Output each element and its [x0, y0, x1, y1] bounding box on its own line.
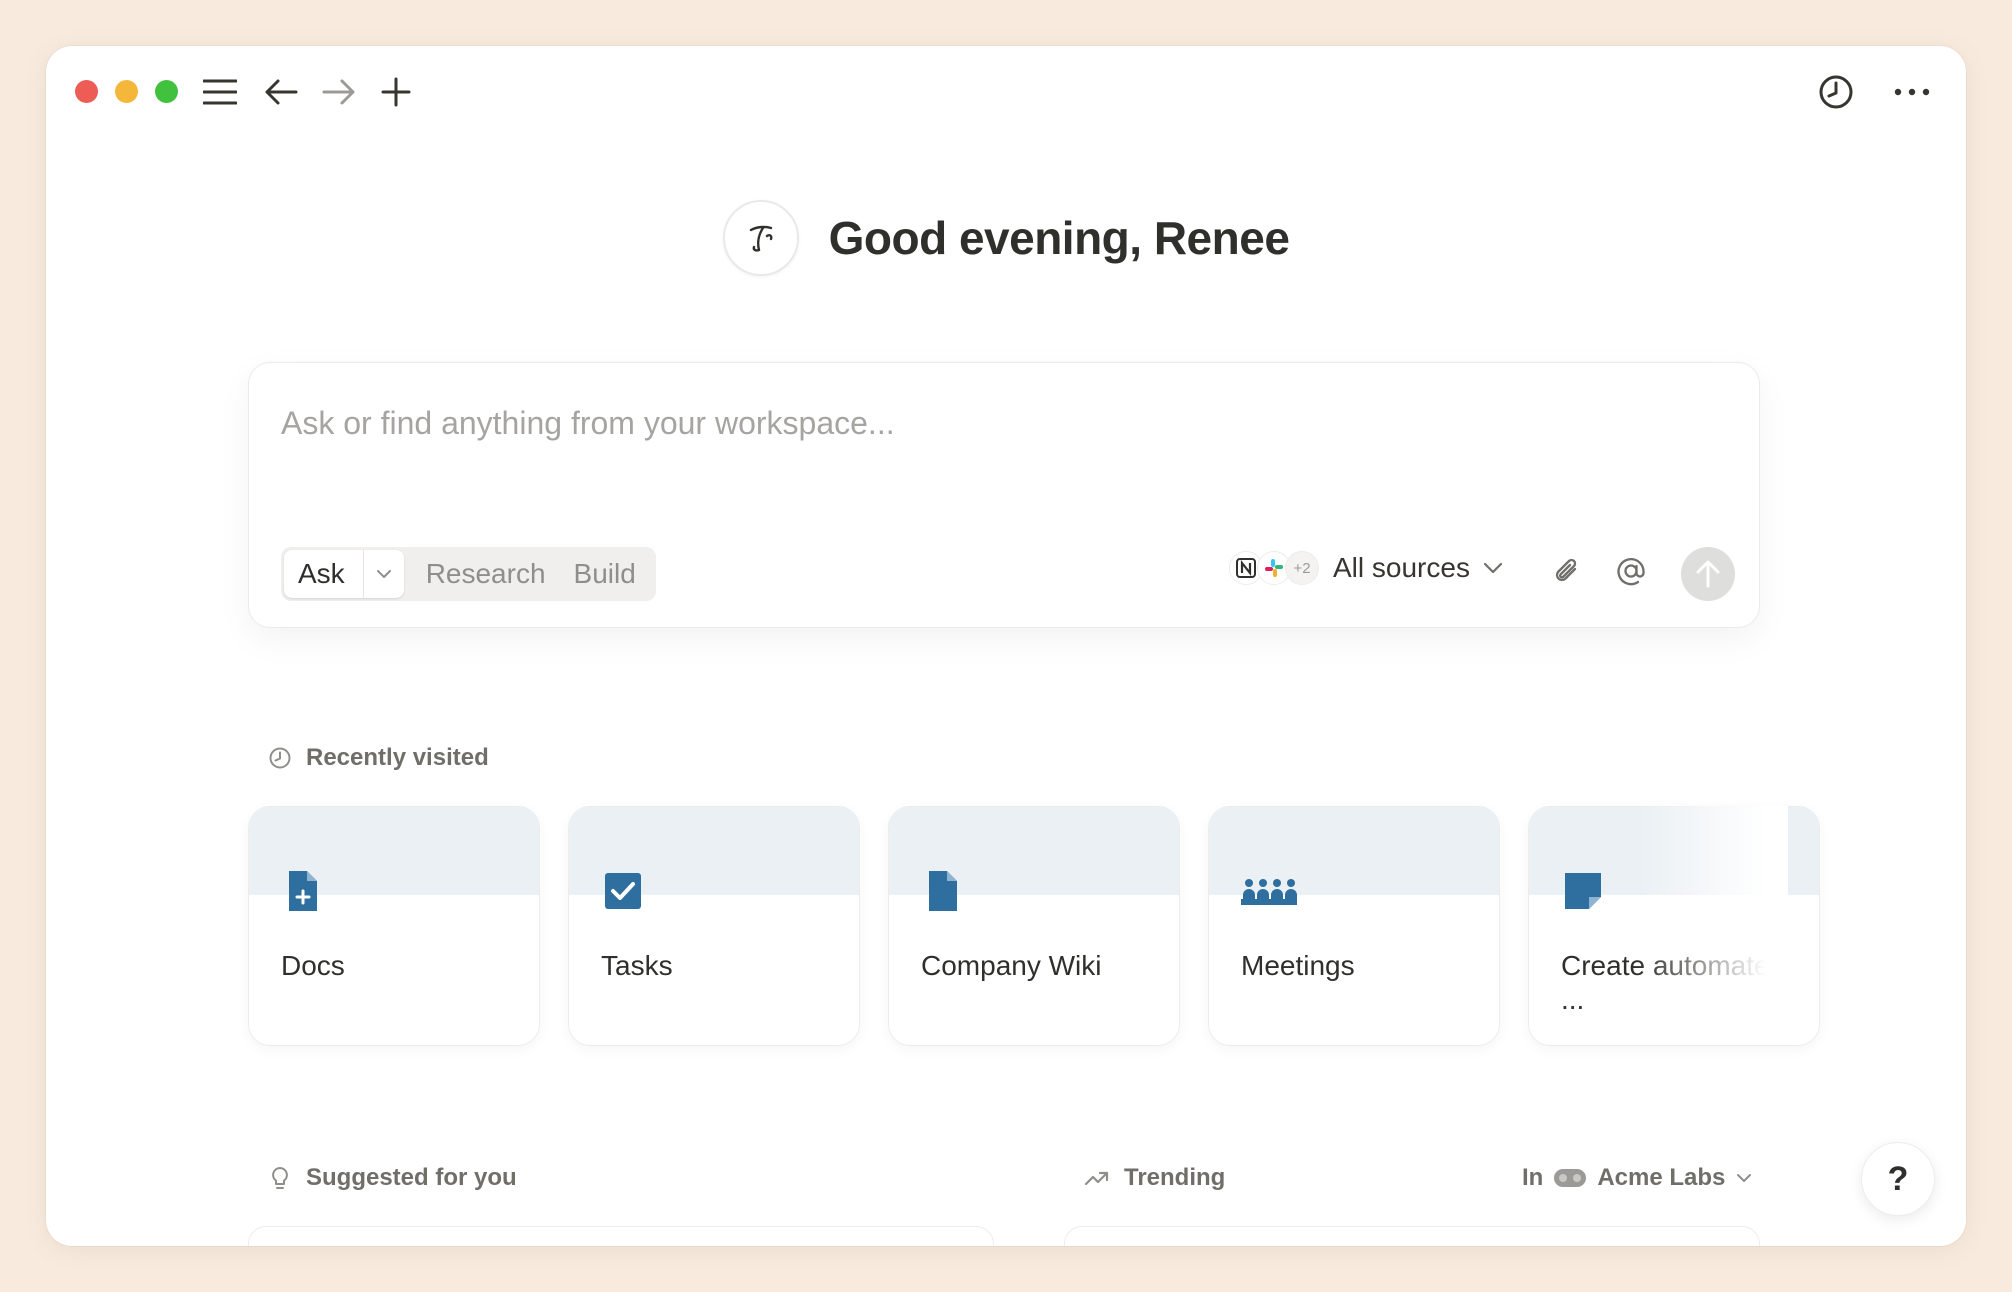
- greeting-text: Good evening, Renee: [828, 212, 1290, 264]
- chevron-down-icon: [1737, 1174, 1752, 1182]
- recently-visited-title: Recently visited: [306, 744, 489, 771]
- forward-button[interactable]: [319, 72, 359, 112]
- more-horizontal-icon: [1894, 88, 1930, 96]
- suggested-header: Suggested for you: [268, 1164, 517, 1192]
- doc-plus-icon: [289, 871, 317, 911]
- recent-card-title: Tasks: [601, 950, 673, 981]
- recent-card-company-wiki[interactable]: Company Wiki: [888, 806, 1180, 1046]
- title-bar: [46, 46, 1966, 136]
- trending-scope-selector[interactable]: In Acme Labs: [1522, 1164, 1753, 1192]
- send-arrow-icon: [1696, 560, 1720, 588]
- greeting: Good evening, Renee: [46, 200, 1966, 276]
- minimize-window-button[interactable]: [115, 80, 138, 103]
- mode-ask-label: Ask: [298, 558, 345, 589]
- ask-box: Ask Research Build +2 All sour: [248, 362, 1760, 628]
- recent-card-title: Meetings: [1241, 950, 1355, 981]
- recent-card-docs[interactable]: Docs: [248, 806, 540, 1046]
- clock-icon: [269, 747, 291, 769]
- sources-selector[interactable]: +2 All sources: [1229, 551, 1504, 585]
- recent-card-title: Docs: [281, 950, 345, 981]
- recent-card-create-automated[interactable]: Create automated ...: [1528, 806, 1820, 1046]
- sticky-note-icon: [1565, 873, 1601, 909]
- mode-build[interactable]: Build: [560, 558, 656, 590]
- app-window: Good evening, Renee Ask Research Build: [46, 46, 1966, 1246]
- suggested-card[interactable]: [248, 1226, 994, 1246]
- recent-card-tasks[interactable]: Tasks: [568, 806, 860, 1046]
- recent-card-title: Create automated ...: [1561, 950, 1786, 1015]
- history-button[interactable]: [1816, 72, 1856, 112]
- trending-header: Trending: [1084, 1164, 1225, 1192]
- checkbox-icon: [605, 873, 641, 909]
- trending-scope-prefix: In: [1522, 1164, 1544, 1191]
- suggested-title: Suggested for you: [306, 1164, 517, 1191]
- arrow-right-icon: [322, 79, 355, 105]
- menu-icon[interactable]: [200, 72, 240, 112]
- more-options-button[interactable]: [1892, 72, 1932, 112]
- trending-card[interactable]: [1064, 1226, 1760, 1246]
- back-button[interactable]: [261, 72, 301, 112]
- plus-icon: [381, 77, 411, 107]
- avatar[interactable]: [722, 200, 799, 276]
- chevron-down-icon: [376, 570, 391, 578]
- sources-extra-count: +2: [1285, 551, 1319, 585]
- mode-switcher: Ask Research Build: [281, 547, 656, 601]
- help-button[interactable]: ?: [1861, 1142, 1935, 1216]
- close-window-button[interactable]: [75, 80, 98, 103]
- new-tab-button[interactable]: [376, 72, 416, 112]
- ask-input[interactable]: [281, 405, 1681, 442]
- paperclip-icon: [1555, 558, 1577, 582]
- recently-visited-list: Docs Tasks Company Wiki Meetings Create …: [248, 806, 1820, 1046]
- trending-up-icon: [1084, 1171, 1109, 1186]
- mention-button[interactable]: [1609, 549, 1653, 593]
- trending-workspace-name: Acme Labs: [1597, 1164, 1726, 1191]
- arrow-left-icon: [265, 79, 298, 105]
- mode-ask-selected[interactable]: Ask: [284, 550, 404, 598]
- lightbulb-icon: [272, 1167, 288, 1189]
- recent-card-title: Company Wiki: [921, 950, 1102, 981]
- mode-dropdown-button[interactable]: [362, 550, 404, 598]
- zoom-window-button[interactable]: [155, 80, 178, 103]
- signature-avatar-icon: [749, 225, 773, 252]
- sources-label: All sources: [1333, 552, 1470, 583]
- mode-research[interactable]: Research: [404, 558, 560, 590]
- workspace-logo-icon: [1554, 1169, 1587, 1187]
- chevron-down-icon: [1483, 562, 1503, 574]
- at-icon: [1617, 558, 1645, 586]
- recently-visited-header: Recently visited: [268, 744, 489, 772]
- page-icon: [929, 871, 957, 911]
- people-icon: [1241, 879, 1297, 905]
- trending-title: Trending: [1124, 1164, 1226, 1191]
- attach-button[interactable]: [1545, 549, 1589, 593]
- send-button[interactable]: [1681, 547, 1735, 601]
- clock-icon: [1819, 75, 1853, 109]
- recent-card-meetings[interactable]: Meetings: [1208, 806, 1500, 1046]
